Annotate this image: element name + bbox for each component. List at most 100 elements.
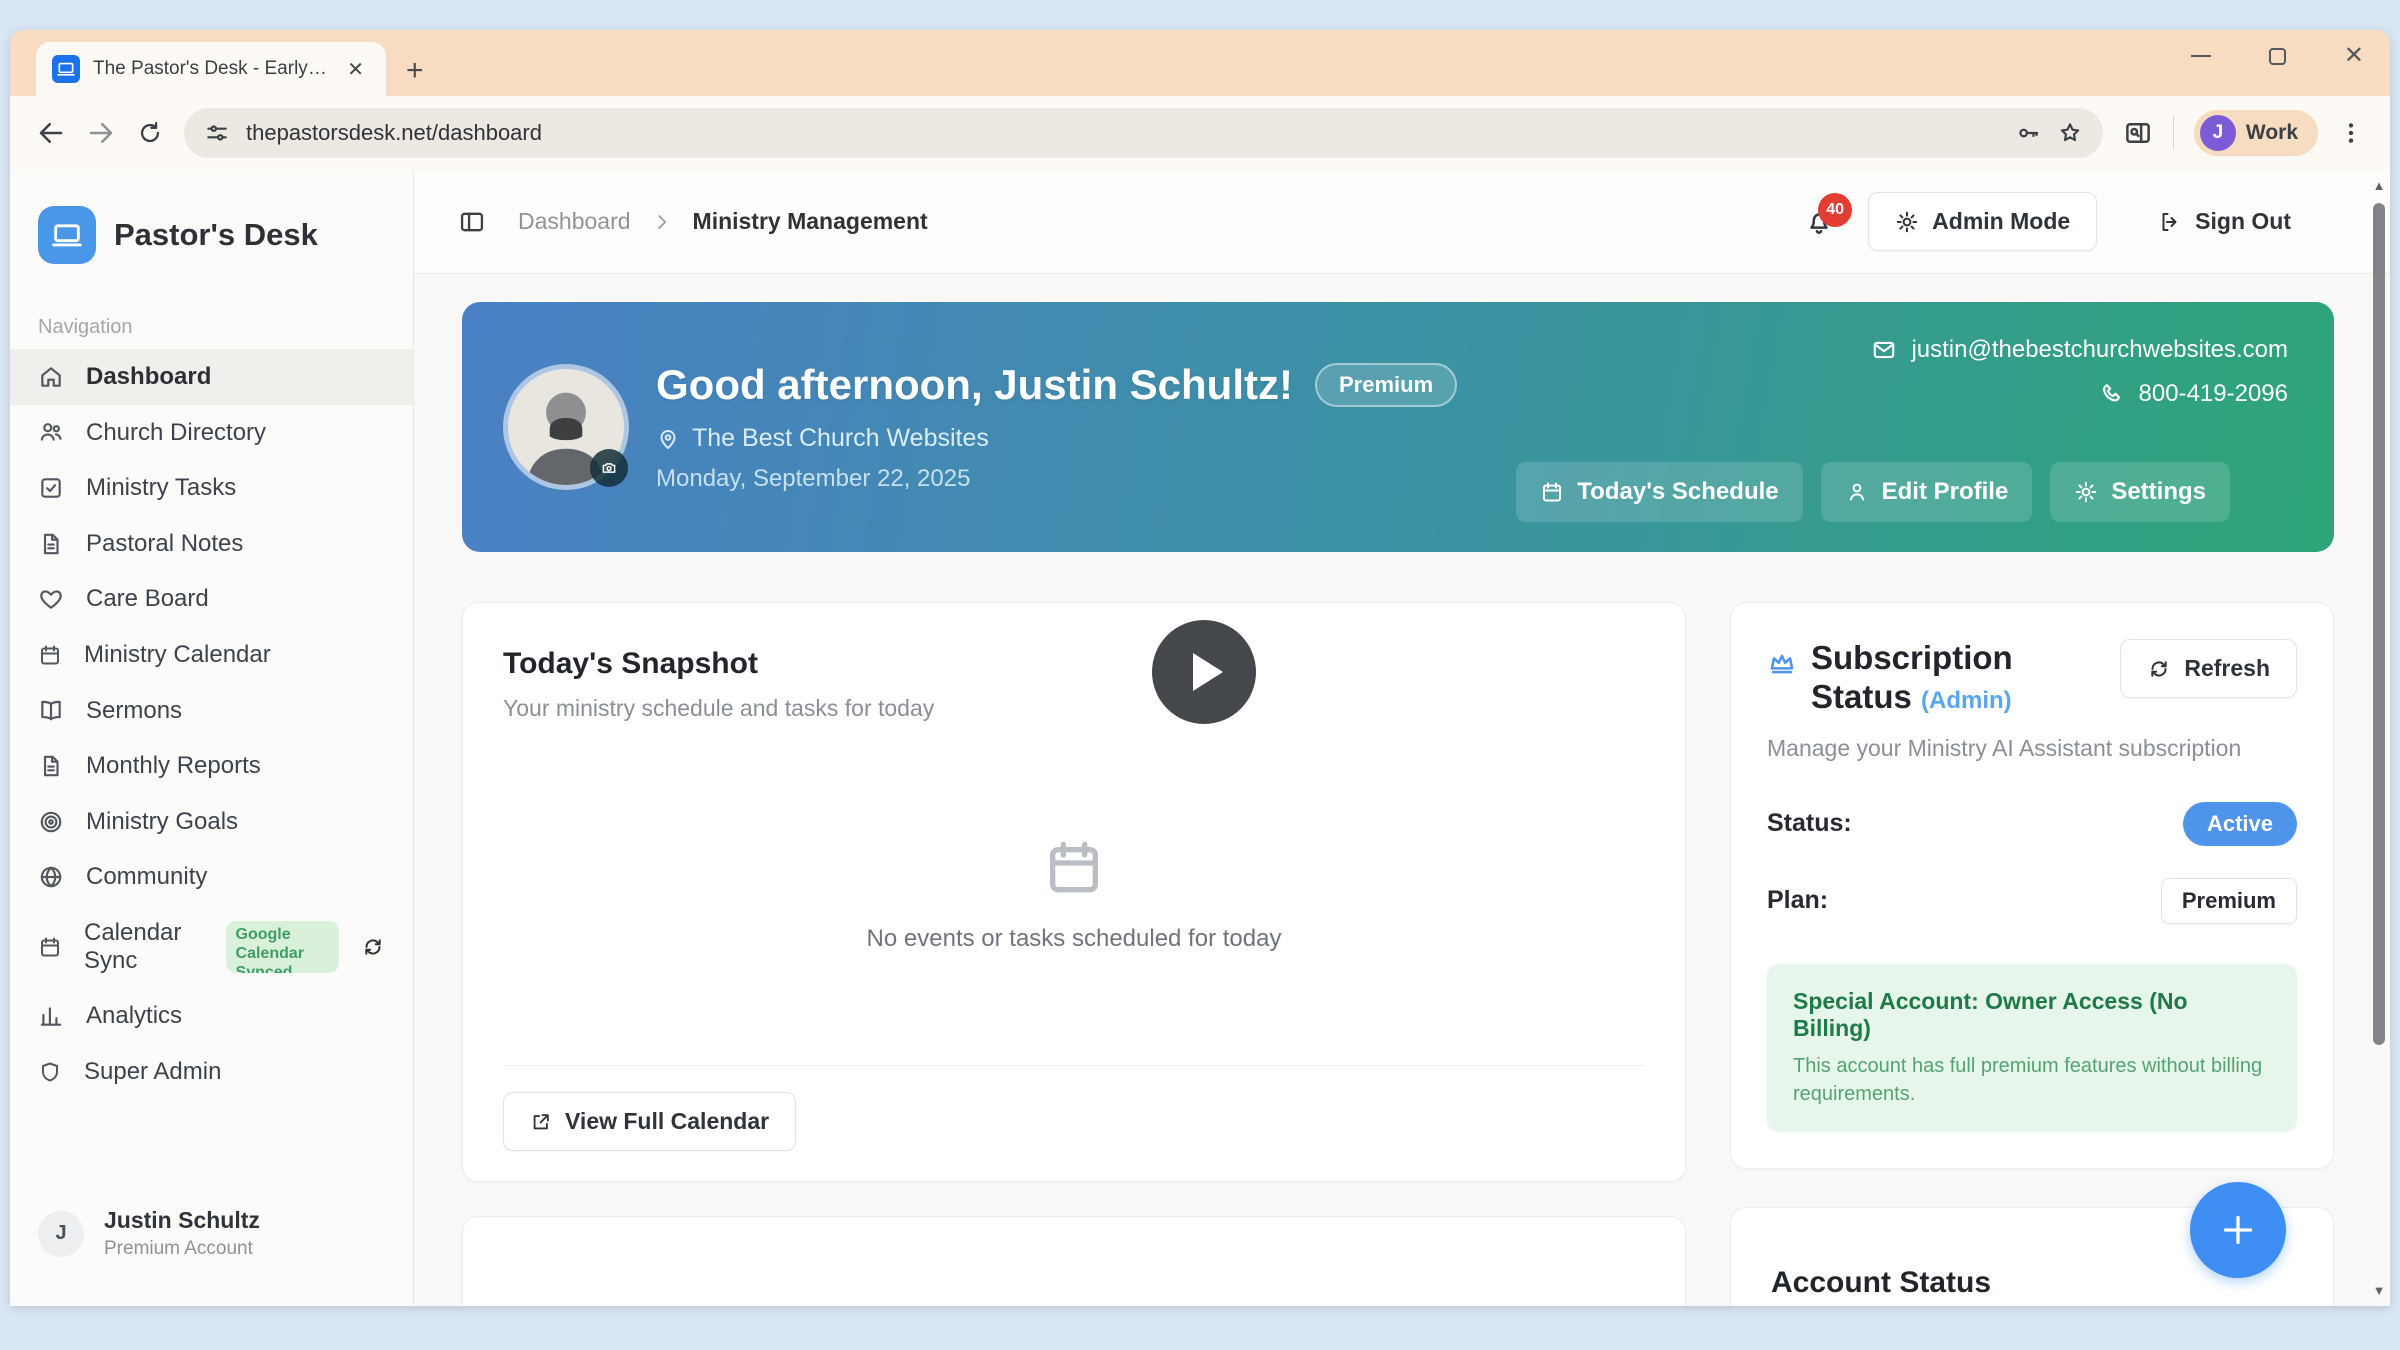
laptop-logo-icon	[38, 206, 96, 264]
plan-label: Plan:	[1767, 886, 1828, 915]
password-key-icon[interactable]	[2015, 120, 2041, 146]
add-fab-button[interactable]	[2190, 1182, 2286, 1278]
window-minimize-button[interactable]	[2191, 55, 2211, 58]
note-title: Special Account: Owner Access (No Billin…	[1793, 988, 2271, 1042]
sidebar-item-analytics[interactable]: Analytics	[10, 988, 413, 1044]
side-panel-search-icon[interactable]	[2123, 118, 2153, 148]
tab-title: The Pastor's Desk - Early Access	[93, 58, 328, 80]
notifications-button[interactable]: 40	[1804, 207, 1834, 237]
camera-icon	[600, 459, 618, 477]
reload-icon[interactable]	[136, 119, 164, 147]
refresh-button[interactable]: Refresh	[2120, 639, 2297, 698]
sidebar-nav: DashboardChurch DirectoryMinistry TasksP…	[10, 349, 413, 1099]
empty-state-message: No events or tasks scheduled for today	[867, 925, 1282, 953]
globe-icon	[38, 864, 64, 890]
site-favicon-icon	[52, 55, 80, 83]
sidebar-item-church-directory[interactable]: Church Directory	[10, 405, 413, 461]
note-body: This account has full premium features w…	[1793, 1052, 2271, 1108]
refresh-icon	[2147, 657, 2171, 681]
sidebar-user[interactable]: J Justin Schultz Premium Account	[10, 1183, 413, 1306]
notification-badge: 40	[1818, 193, 1852, 227]
window-close-button[interactable]: ✕	[2344, 44, 2364, 68]
google-calendar-synced-badge: Google Calendar Synced	[226, 921, 339, 973]
scroll-up-icon[interactable]: ▲	[2373, 170, 2386, 201]
browser-toolbar: thepastorsdesk.net/dashboard J Work	[10, 96, 2390, 170]
bar-chart-icon	[38, 1003, 64, 1029]
phone-link[interactable]: 800-419-2096	[2099, 380, 2288, 408]
todays-schedule-button[interactable]: Today's Schedule	[1516, 462, 1802, 522]
app-logo-text: Pastor's Desk	[114, 217, 318, 253]
sidebar-item-pastoral-notes[interactable]: Pastoral Notes	[10, 516, 413, 572]
browser-profile-chip[interactable]: J Work	[2194, 110, 2318, 156]
app-logo[interactable]: Pastor's Desk	[10, 170, 413, 264]
back-icon[interactable]	[36, 118, 66, 148]
sidebar-item-calendar-sync[interactable]: Calendar SyncGoogle Calendar Synced	[10, 905, 413, 988]
users-icon	[38, 419, 64, 445]
welcome-banner: Good afternoon, Justin Schultz! Premium …	[462, 302, 2334, 552]
current-date: Monday, September 22, 2025	[656, 465, 1457, 493]
snapshot-subtitle: Your ministry schedule and tasks for tod…	[503, 695, 1645, 722]
sidebar-item-dashboard[interactable]: Dashboard	[10, 349, 413, 405]
page-scrollbar[interactable]: ▲ ▼	[2368, 170, 2390, 1306]
subscription-subtitle: Manage your Ministry AI Assistant subscr…	[1767, 735, 2297, 762]
sidebar-item-care-board[interactable]: Care Board	[10, 571, 413, 627]
mail-icon	[1871, 337, 1897, 363]
browser-tab-strip: The Pastor's Desk - Early Access ✕ + ✕	[10, 30, 2390, 96]
browser-window: The Pastor's Desk - Early Access ✕ + ✕ t…	[10, 30, 2390, 1306]
search-tune-icon[interactable]	[204, 120, 230, 146]
scroll-down-icon[interactable]: ▼	[2373, 1275, 2386, 1306]
breadcrumb-current: Ministry Management	[693, 208, 928, 235]
bookmark-star-icon[interactable]	[2057, 120, 2083, 146]
heart-icon	[38, 586, 64, 612]
page-content: Good afternoon, Justin Schultz! Premium …	[414, 274, 2390, 1306]
breadcrumb: Dashboard Ministry Management	[518, 208, 928, 235]
video-play-button[interactable]	[1152, 620, 1256, 724]
external-link-icon	[530, 1111, 552, 1133]
admin-mode-button[interactable]: Admin Mode	[1868, 192, 2097, 251]
url-text: thepastorsdesk.net/dashboard	[246, 120, 1999, 146]
check-square-icon	[38, 475, 64, 501]
plus-icon	[2218, 1210, 2258, 1250]
forward-icon[interactable]	[86, 118, 116, 148]
phone-icon	[2099, 381, 2125, 407]
sidebar-item-monthly-reports[interactable]: Monthly Reports	[10, 738, 413, 794]
person-icon	[1845, 480, 1869, 504]
calendar-sync-refresh-icon[interactable]	[361, 935, 385, 959]
breadcrumb-dashboard[interactable]: Dashboard	[518, 208, 631, 235]
sidebar-toggle-icon[interactable]	[458, 208, 486, 236]
settings-button[interactable]: Settings	[2050, 462, 2230, 522]
book-open-icon	[38, 697, 64, 723]
sidebar-item-community[interactable]: Community	[10, 849, 413, 905]
new-tab-button[interactable]: +	[406, 56, 424, 86]
edit-profile-button[interactable]: Edit Profile	[1821, 462, 2033, 522]
calendar-icon	[38, 935, 62, 959]
nav-section-label: Navigation	[38, 316, 385, 339]
scrollbar-thumb[interactable]	[2373, 203, 2385, 1045]
change-photo-button[interactable]	[590, 449, 628, 487]
file-text-icon	[38, 753, 64, 779]
view-full-calendar-button[interactable]: View Full Calendar	[503, 1092, 796, 1151]
sidebar: Pastor's Desk Navigation DashboardChurch…	[10, 170, 414, 1306]
empty-calendar-icon	[1042, 835, 1106, 899]
sidebar-item-ministry-goals[interactable]: Ministry Goals	[10, 794, 413, 850]
home-icon	[38, 364, 64, 390]
next-section-card	[462, 1216, 1686, 1306]
sidebar-item-sermons[interactable]: Sermons	[10, 683, 413, 739]
page-header: Dashboard Ministry Management 40 Admin M…	[414, 170, 2390, 274]
location-pin-icon	[656, 427, 680, 451]
sidebar-item-ministry-calendar[interactable]: Ministry Calendar	[10, 627, 413, 683]
window-maximize-button[interactable]	[2269, 48, 2286, 65]
user-name: Justin Schultz	[104, 1207, 260, 1234]
sign-out-button[interactable]: Sign Out	[2131, 192, 2318, 251]
user-avatar: J	[38, 1211, 84, 1257]
sidebar-item-super-admin[interactable]: Super Admin	[10, 1044, 413, 1100]
tab-close-icon[interactable]: ✕	[341, 55, 370, 84]
sidebar-item-ministry-tasks[interactable]: Ministry Tasks	[10, 460, 413, 516]
chevron-right-icon	[651, 211, 673, 233]
address-bar[interactable]: thepastorsdesk.net/dashboard	[184, 108, 2103, 158]
shield-icon	[38, 1060, 62, 1084]
email-link[interactable]: justin@thebestchurchwebsites.com	[1871, 336, 2288, 364]
browser-tab[interactable]: The Pastor's Desk - Early Access ✕	[36, 42, 386, 96]
plan-badge: Premium	[2161, 878, 2297, 924]
browser-menu-icon[interactable]	[2338, 120, 2364, 146]
